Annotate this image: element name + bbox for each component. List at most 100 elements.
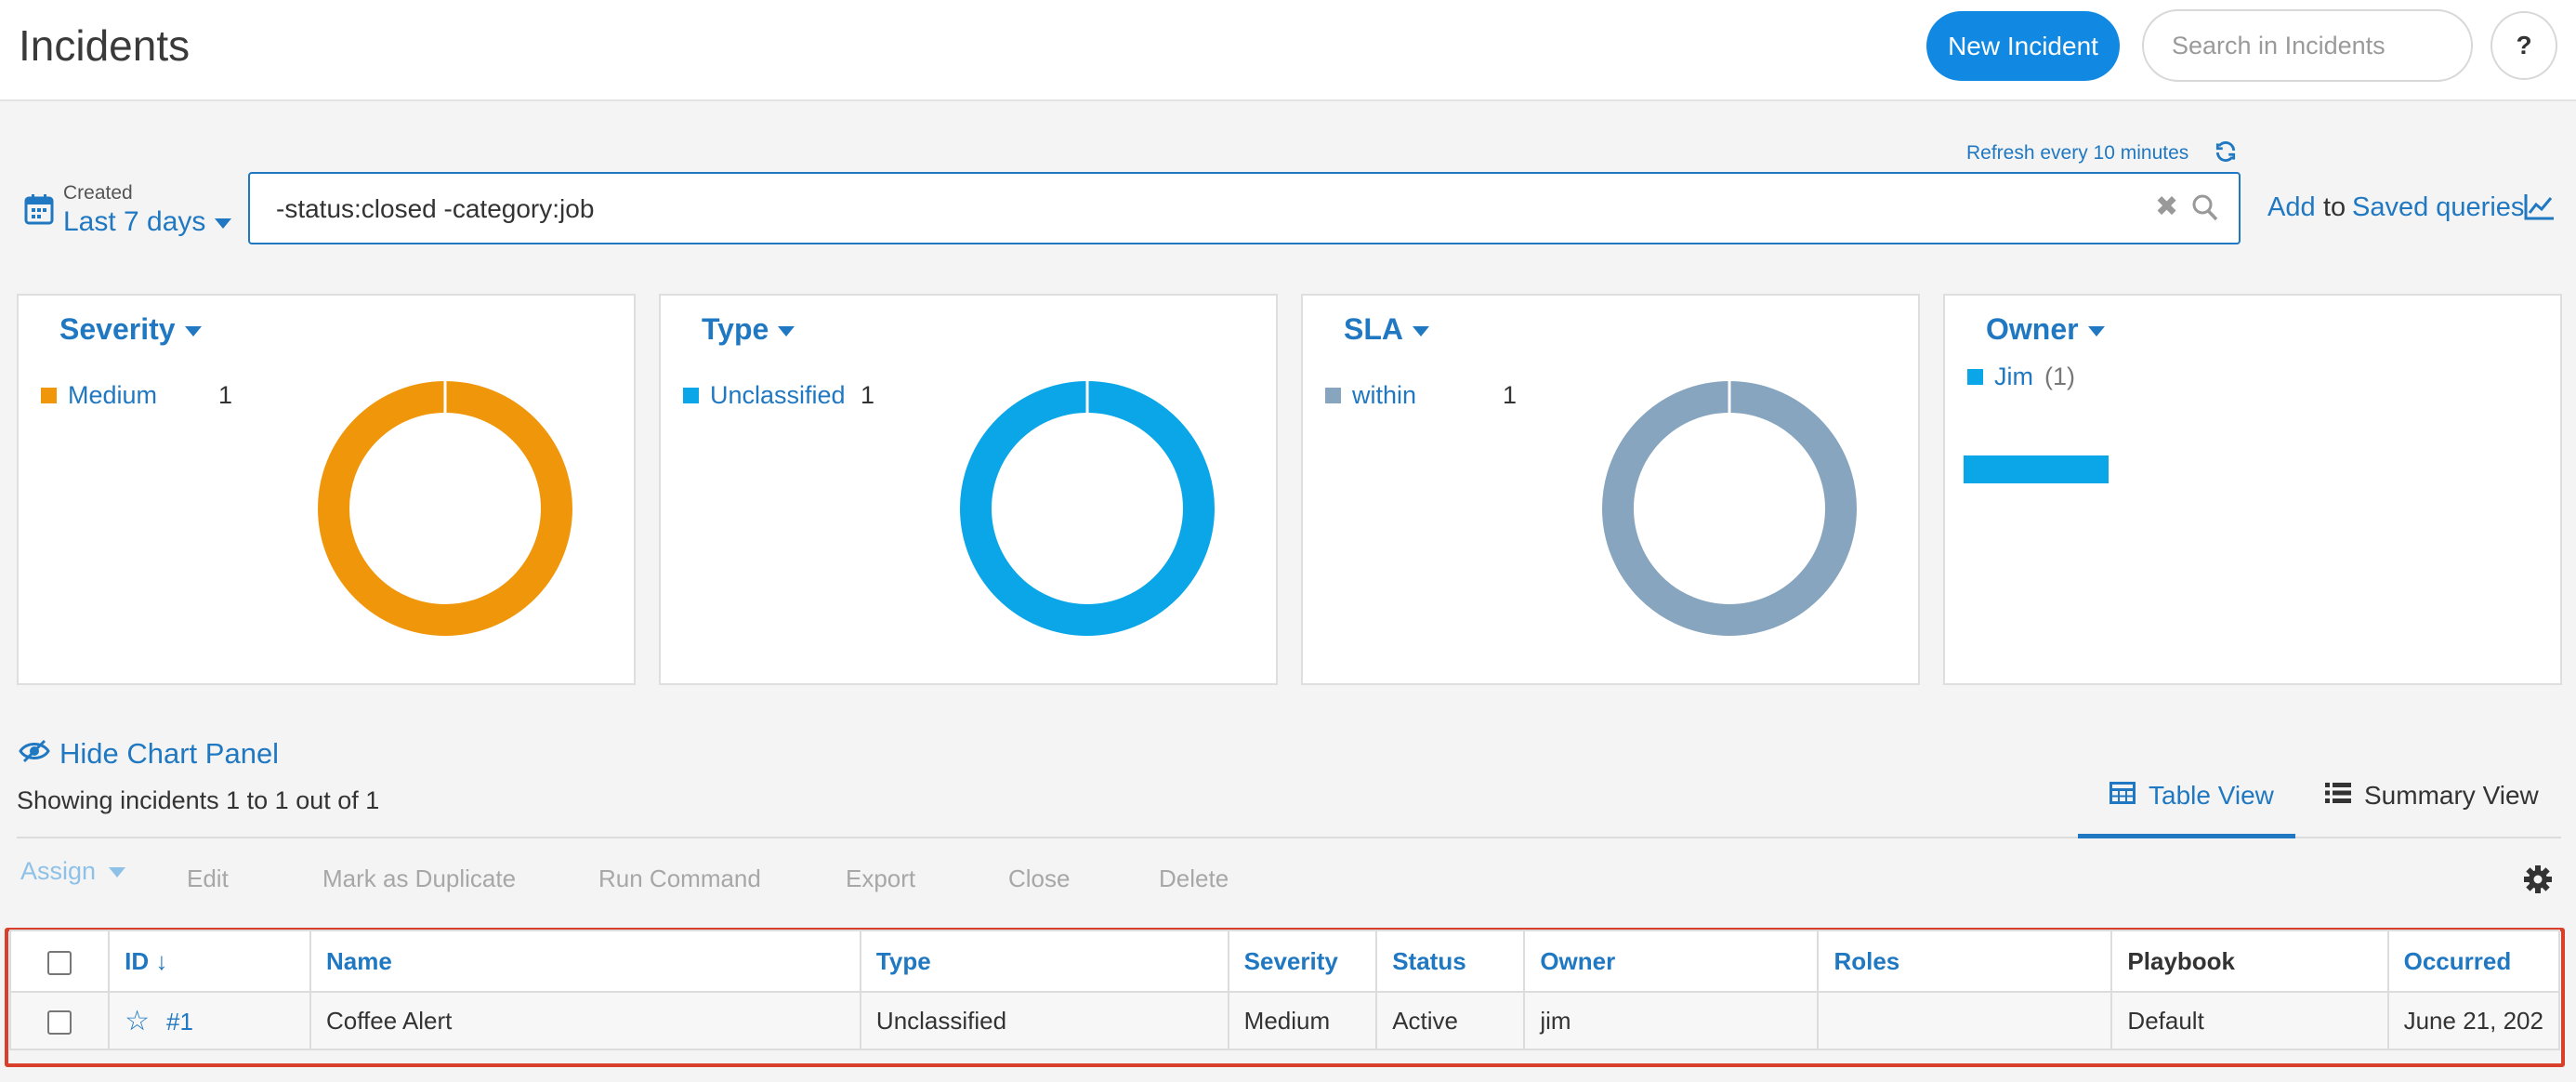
- type-chart-title[interactable]: Type: [702, 312, 795, 347]
- type-title-text: Type: [702, 312, 769, 346]
- legend-count: 1: [1503, 381, 1518, 409]
- eye-slash-icon: [19, 737, 50, 771]
- chevron-down-icon: [778, 326, 795, 337]
- top-bar: Incidents New Incident Search in Inciden…: [0, 0, 2576, 101]
- row-select-cell: [8, 991, 111, 1050]
- severity-title-text: Severity: [59, 312, 176, 346]
- refresh-interval-label[interactable]: Refresh every 10 minutes: [1966, 142, 2188, 165]
- owner-chart-panel: Owner Jim (1): [1943, 294, 2562, 685]
- tab-table-view[interactable]: Table View: [2109, 781, 2274, 811]
- legend-swatch: [683, 388, 699, 403]
- export-button[interactable]: Export: [846, 864, 915, 893]
- id-cell: ☆ #1: [108, 991, 312, 1050]
- run-command-button[interactable]: Run Command: [598, 864, 761, 893]
- severity-chart-title[interactable]: Severity: [59, 312, 202, 347]
- search-icon[interactable]: [2192, 194, 2218, 227]
- column-header-severity[interactable]: Severity: [1227, 930, 1378, 993]
- severity-cell: Medium: [1227, 991, 1378, 1050]
- type-donut-chart[interactable]: [959, 380, 1216, 637]
- search-incidents-input[interactable]: Search in Incidents: [2142, 9, 2473, 82]
- column-header-name[interactable]: Name: [309, 930, 861, 993]
- to-text: to: [2323, 192, 2346, 222]
- owner-title-text: Owner: [1986, 312, 2079, 346]
- severity-donut-chart[interactable]: [317, 380, 573, 637]
- type-chart-panel: Type Unclassified 1: [659, 294, 1278, 685]
- table-header-row: ID ↓ Name Type Severity Status Owner Rol…: [8, 930, 2561, 993]
- column-header-roles[interactable]: Roles: [1817, 930, 2113, 993]
- created-range-dropdown[interactable]: Last 7 days: [63, 206, 232, 238]
- list-icon: [2325, 781, 2351, 811]
- type-cell: Unclassified: [859, 991, 1229, 1050]
- sla-title-text: SLA: [1344, 312, 1403, 346]
- active-tab-indicator: [2078, 834, 2295, 838]
- mark-duplicate-button[interactable]: Mark as Duplicate: [322, 864, 516, 893]
- close-button[interactable]: Close: [1008, 864, 1070, 893]
- edit-button[interactable]: Edit: [187, 864, 229, 893]
- query-input[interactable]: -status:closed -category:job ✖: [248, 172, 2241, 244]
- chevron-down-icon: [184, 326, 202, 337]
- delete-button[interactable]: Delete: [1159, 864, 1229, 893]
- star-icon[interactable]: ☆: [125, 1006, 150, 1036]
- query-text: -status:closed -category:job: [276, 194, 595, 223]
- sla-chart-title[interactable]: SLA: [1344, 312, 1429, 347]
- hide-chart-panel-button[interactable]: Hide Chart Panel: [19, 737, 279, 771]
- column-header-type[interactable]: Type: [859, 930, 1229, 993]
- refresh-icon[interactable]: [2214, 139, 2238, 170]
- occurred-cell: June 21, 202: [2386, 991, 2561, 1050]
- column-header-occurred[interactable]: Occurred: [2386, 930, 2561, 993]
- sla-legend-item[interactable]: within 1: [1325, 381, 1517, 410]
- table-icon: [2109, 781, 2136, 811]
- legend-swatch: [1325, 388, 1341, 403]
- owner-chart-title[interactable]: Owner: [1986, 312, 2105, 347]
- type-legend-item[interactable]: Unclassified 1: [683, 381, 874, 410]
- gear-icon[interactable]: [2523, 864, 2553, 899]
- hide-chart-panel-label: Hide Chart Panel: [59, 737, 280, 770]
- assign-button[interactable]: Assign: [20, 857, 126, 886]
- severity-legend-item[interactable]: Medium 1: [41, 381, 232, 410]
- legend-label: Unclassified: [710, 381, 846, 409]
- incident-id-link[interactable]: #1: [166, 1008, 193, 1036]
- legend-label: within: [1352, 381, 1417, 409]
- sla-chart-panel: SLA within 1: [1301, 294, 1920, 685]
- severity-donut-slice[interactable]: [318, 381, 572, 636]
- legend-swatch: [1967, 369, 1983, 385]
- table-view-label: Table View: [2149, 781, 2274, 810]
- assign-label: Assign: [20, 857, 97, 885]
- legend-count: (1): [2044, 363, 2075, 390]
- trend-icon[interactable]: [2524, 192, 2556, 225]
- owner-cell: jim: [1523, 991, 1820, 1050]
- sla-donut-slice[interactable]: [1602, 381, 1857, 636]
- chevron-down-icon: [215, 218, 232, 229]
- chevron-down-icon: [2087, 326, 2105, 337]
- created-label: Created: [63, 182, 133, 204]
- row-checkbox[interactable]: [47, 1009, 72, 1035]
- chevron-down-icon: [1413, 326, 1429, 337]
- new-incident-button[interactable]: New Incident: [1926, 11, 2120, 81]
- column-header-owner[interactable]: Owner: [1523, 930, 1820, 993]
- status-cell: Active: [1375, 991, 1526, 1050]
- legend-count: 1: [861, 381, 875, 409]
- sla-donut-chart[interactable]: [1601, 380, 1858, 637]
- add-query-link[interactable]: Add: [2267, 192, 2316, 223]
- tab-summary-view[interactable]: Summary View: [2325, 781, 2539, 811]
- column-header-playbook[interactable]: Playbook: [2110, 930, 2389, 993]
- column-header-status[interactable]: Status: [1375, 930, 1526, 993]
- table-row[interactable]: ☆ #1 Coffee Alert Unclassified Medium Act…: [8, 991, 2561, 1050]
- select-all-checkbox[interactable]: [47, 950, 72, 975]
- clear-icon[interactable]: ✖: [2155, 191, 2178, 223]
- owner-bar[interactable]: [1964, 455, 2109, 483]
- owner-legend-item[interactable]: Jim (1): [1967, 363, 2075, 391]
- roles-cell: [1817, 991, 2113, 1050]
- calendar-icon: [24, 193, 54, 225]
- column-header-id[interactable]: ID ↓: [108, 930, 312, 993]
- created-range-value: Last 7 days: [63, 206, 206, 237]
- summary-view-label: Summary View: [2364, 781, 2539, 810]
- help-button[interactable]: ?: [2491, 11, 2557, 80]
- incidents-table: ID ↓ Name Type Severity Status Owner Rol…: [8, 930, 2561, 1050]
- chevron-down-icon: [109, 867, 126, 878]
- type-donut-slice[interactable]: [960, 381, 1215, 636]
- legend-swatch: [41, 388, 57, 403]
- playbook-cell: Default: [2110, 991, 2389, 1050]
- name-cell: Coffee Alert: [309, 991, 861, 1050]
- saved-queries-link[interactable]: Saved queries: [2352, 192, 2524, 223]
